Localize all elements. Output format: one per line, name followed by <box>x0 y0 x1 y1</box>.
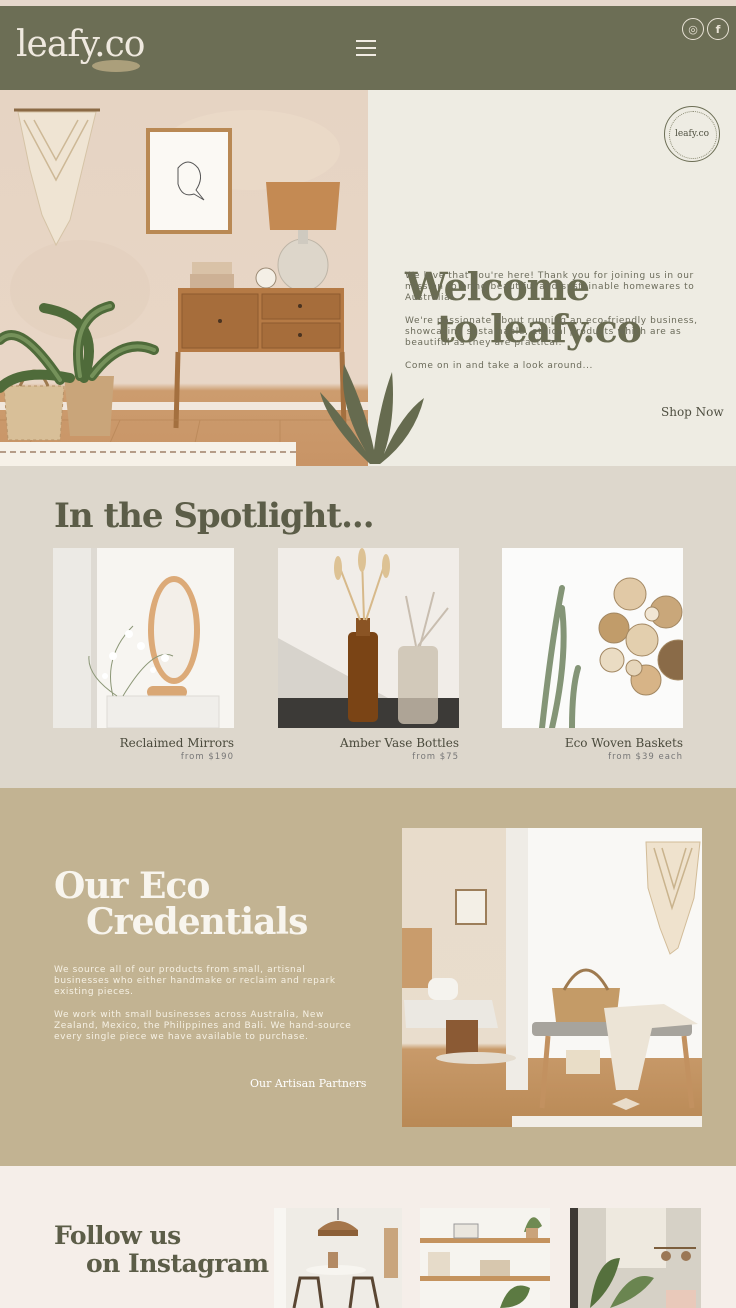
site-header: leafy.co ◎ f <box>0 6 736 90</box>
instagram-title: Follow us on Instagram <box>54 1222 269 1278</box>
product-card-baskets[interactable]: Eco Woven Baskets from $39 each <box>502 548 683 762</box>
eco-title-line2: Credentials <box>86 901 308 943</box>
instagram-section: Follow us on Instagram <box>0 1166 736 1308</box>
product-card-vases[interactable]: Amber Vase Bottles from $75 <box>278 548 459 762</box>
product-image-baskets <box>502 548 683 728</box>
hero-paragraph-1: We love that you're here! Thank you for … <box>405 271 695 303</box>
hero-section: leafy.co Welcome to leafy.co We love tha… <box>0 90 736 466</box>
hero-photo <box>0 90 368 466</box>
instagram-title-line1: Follow us <box>54 1221 181 1250</box>
logo-swash <box>92 60 140 72</box>
product-image-mirrors <box>53 548 234 728</box>
eco-photo <box>402 828 702 1127</box>
product-image-vases <box>278 548 459 728</box>
instagram-post-3[interactable] <box>570 1208 701 1308</box>
facebook-icon[interactable]: f <box>707 18 729 40</box>
instagram-post-2[interactable] <box>420 1208 550 1308</box>
eco-title: Our Eco Credentials <box>54 868 308 943</box>
product-name: Amber Vase Bottles <box>340 736 459 750</box>
leaf-decoration <box>320 364 424 464</box>
hero-paragraph-2: We're passionate about running an eco-fr… <box>405 316 698 348</box>
shop-now-link[interactable]: Shop Now <box>661 405 724 419</box>
spotlight-title: In the Spotlight... <box>54 496 375 536</box>
brand-badge: leafy.co <box>664 106 720 162</box>
product-price: from $75 <box>412 752 459 762</box>
spotlight-section: In the Spotlight... Reclaimed Mirrors fr… <box>0 466 736 788</box>
instagram-title-line2: on Instagram <box>86 1249 269 1278</box>
product-name: Reclaimed Mirrors <box>119 736 234 750</box>
product-name: Eco Woven Baskets <box>564 736 683 750</box>
instagram-icon[interactable]: ◎ <box>682 18 704 40</box>
site-logo[interactable]: leafy.co <box>16 24 145 65</box>
hero-paragraph-3: Come on in and take a look around... <box>405 361 594 371</box>
product-card-mirrors[interactable]: Reclaimed Mirrors from $190 <box>53 548 234 762</box>
instagram-post-1[interactable] <box>274 1208 402 1308</box>
hamburger-menu-icon[interactable] <box>356 40 376 56</box>
artisan-partners-link[interactable]: Our Artisan Partners <box>250 1077 366 1090</box>
eco-credentials-section: Our Eco Credentials We source all of our… <box>0 788 736 1166</box>
product-price: from $190 <box>180 752 234 762</box>
eco-paragraph-2: We work with small businesses across Aus… <box>54 1010 352 1042</box>
product-price: from $39 each <box>608 752 683 762</box>
eco-paragraph-1: We source all of our products from small… <box>54 965 336 997</box>
